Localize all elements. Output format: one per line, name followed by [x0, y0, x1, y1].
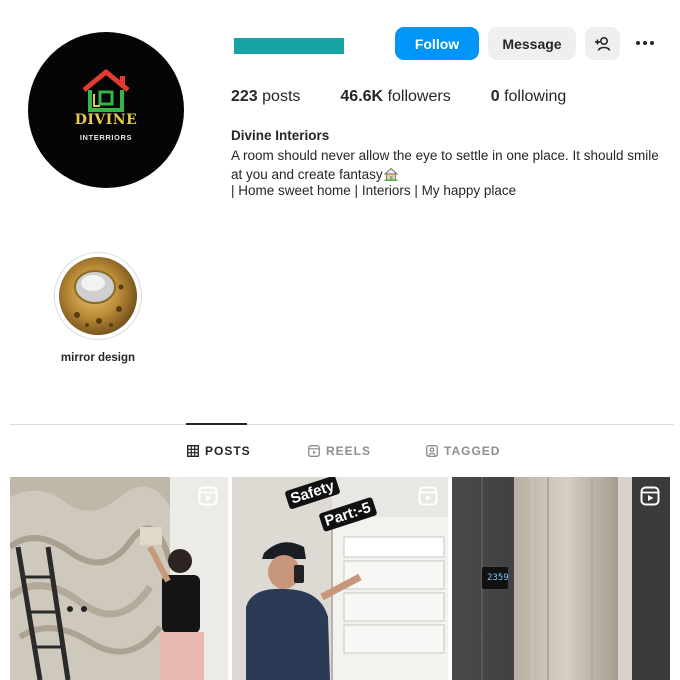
thermostat-display: 2359: [487, 573, 509, 583]
avatar-brand-text: DIVINE: [74, 112, 138, 128]
profile-stats: 223 posts 46.6K followers 0 following: [231, 88, 606, 106]
person-add-icon: [594, 36, 610, 51]
tab-posts-label: POSTS: [205, 444, 251, 458]
add-user-button[interactable]: [585, 27, 620, 60]
post-image-textured-panel: [452, 477, 670, 680]
tab-reels-label: REELS: [326, 444, 372, 458]
reels-icon: [308, 445, 320, 457]
house-logo-icon: [82, 69, 130, 112]
post-tile-3[interactable]: 2359: [452, 477, 670, 680]
avatar-sub-text: INTERRIORS: [79, 133, 133, 142]
highlight-thumbnail: [59, 257, 137, 335]
tagged-icon: [426, 445, 438, 457]
post-tile-2[interactable]: Safety Part:-5: [232, 477, 448, 680]
active-tab-indicator: [186, 423, 247, 425]
reel-icon: [198, 486, 218, 506]
followers-label: followers: [387, 88, 451, 105]
posts-label: posts: [262, 88, 301, 105]
tab-tagged[interactable]: TAGGED: [426, 444, 500, 458]
more-horizontal-icon[interactable]: [630, 34, 660, 52]
house-with-garden-icon: [383, 167, 398, 181]
tabs-divider: [10, 424, 674, 425]
grid-icon: [187, 445, 199, 457]
highlight-label: mirror design: [60, 352, 136, 364]
tab-posts[interactable]: POSTS: [187, 444, 251, 458]
bio-tagline: | Home sweet home | Interiors | My happy…: [231, 183, 517, 198]
followers-stat[interactable]: 46.6K followers: [340, 88, 450, 106]
highlight-mirror-design[interactable]: [54, 252, 142, 340]
post-image-wall-texture: [10, 477, 228, 680]
bio-text: A room should never allow the eye to set…: [231, 147, 661, 184]
profile-avatar[interactable]: DIVINE INTERRIORS: [28, 32, 184, 188]
followers-count: 46.6K: [340, 88, 384, 105]
posts-count: 223: [231, 88, 258, 105]
tab-tagged-label: TAGGED: [444, 444, 501, 458]
reel-icon: [418, 486, 438, 506]
reel-icon: [640, 486, 660, 506]
bio-text-content: A room should never allow the eye to set…: [231, 148, 659, 182]
bio-name: Divine Interiors: [231, 128, 330, 143]
follow-button[interactable]: Follow: [395, 27, 479, 60]
posts-stat: 223 posts: [231, 88, 300, 106]
message-button[interactable]: Message: [488, 27, 576, 60]
post-tile-1[interactable]: [10, 477, 228, 680]
tab-reels[interactable]: REELS: [308, 444, 371, 458]
following-stat[interactable]: 0 following: [491, 88, 567, 106]
following-label: following: [504, 88, 567, 105]
username-redacted: [234, 38, 344, 54]
following-count: 0: [490, 88, 500, 105]
